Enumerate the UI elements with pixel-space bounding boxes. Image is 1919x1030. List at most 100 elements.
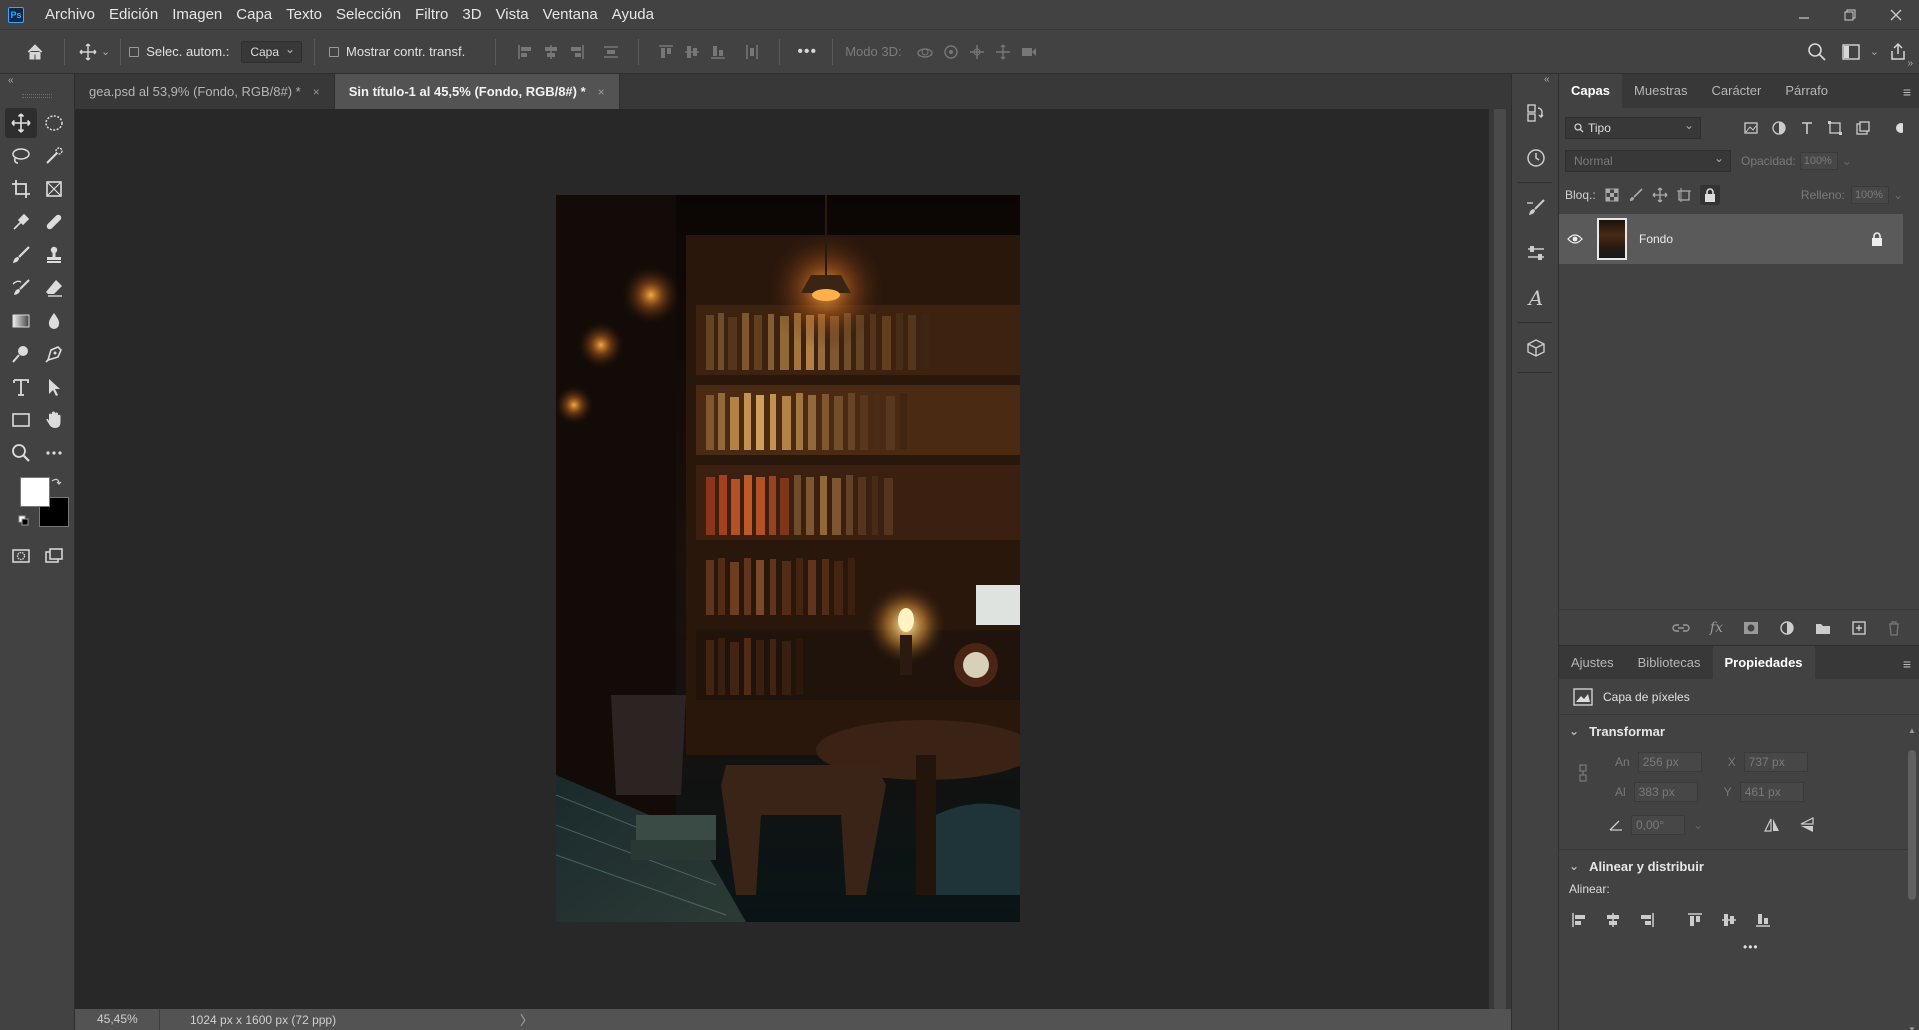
auto-select-checkbox[interactable] <box>129 46 140 57</box>
distribute-vertical-button[interactable] <box>598 39 624 65</box>
orbit-3d-button[interactable] <box>912 39 938 65</box>
3d-panel-button[interactable] <box>1512 325 1560 370</box>
filter-adjustment-icon[interactable] <box>1771 120 1787 136</box>
align-vertical-center-icon[interactable] <box>1721 912 1737 928</box>
tab-propiedades[interactable]: Propiedades <box>1712 645 1815 680</box>
menu-imagen[interactable]: Imagen <box>165 0 229 29</box>
collapse-dock-icon[interactable]: « <box>1512 74 1558 90</box>
panel-menu-icon[interactable]: ≡ <box>1903 84 1911 100</box>
workspace-chevron-icon[interactable]: ⌄ <box>1870 45 1879 58</box>
angle-chevron-icon[interactable]: ⌄ <box>1693 818 1703 832</box>
swap-colors-icon[interactable] <box>50 477 62 489</box>
scrollbar-thumb[interactable] <box>1908 750 1916 900</box>
status-menu-arrow[interactable]: 〉 <box>520 1010 533 1029</box>
align-top-edges-button[interactable] <box>653 39 679 65</box>
opacity-field[interactable]: 100% <box>1799 152 1838 170</box>
align-top-icon[interactable] <box>1687 912 1703 928</box>
align-bottom-edges-button[interactable] <box>705 39 731 65</box>
new-layer-icon[interactable] <box>1851 620 1867 636</box>
tab-capas[interactable]: Capas <box>1559 74 1623 108</box>
blend-mode-dropdown[interactable]: Normal <box>1565 148 1731 172</box>
pan-3d-button[interactable] <box>964 39 990 65</box>
align-bottom-icon[interactable] <box>1755 912 1771 928</box>
flip-horizontal-icon[interactable] <box>1763 817 1781 833</box>
align-vertical-centers-button[interactable] <box>679 39 705 65</box>
scroll-up-icon[interactable]: ▲ <box>1908 726 1916 735</box>
slide-3d-button[interactable] <box>990 39 1016 65</box>
layer-thumbnail[interactable] <box>1597 218 1627 260</box>
filter-smart-object-icon[interactable] <box>1855 120 1871 136</box>
brush-settings-button[interactable] <box>1512 185 1560 230</box>
link-layers-icon[interactable] <box>1672 621 1690 635</box>
clone-stamp-tool[interactable] <box>38 240 70 270</box>
tab-gea-psd[interactable]: gea.psd al 53,9% (Fondo, RGB/8#) * × <box>75 74 335 109</box>
filter-pixel-icon[interactable] <box>1743 120 1759 136</box>
roll-3d-button[interactable] <box>938 39 964 65</box>
restore-button[interactable] <box>1827 0 1873 29</box>
history-brush-tool[interactable] <box>5 273 37 303</box>
home-button[interactable] <box>22 39 48 65</box>
eye-visibility-icon[interactable] <box>1567 233 1583 245</box>
tab-caracter[interactable]: Carácter <box>1700 74 1774 108</box>
tab-bibliotecas[interactable]: Bibliotecas <box>1626 646 1713 680</box>
menu-texto[interactable]: Texto <box>279 0 329 29</box>
close-window-button[interactable] <box>1873 0 1919 29</box>
collapse-toolbar-icon[interactable]: « <box>0 74 74 90</box>
new-group-folder-icon[interactable] <box>1815 621 1831 635</box>
panel-menu-icon[interactable]: ≡ <box>1903 656 1911 672</box>
menu-filtro[interactable]: Filtro <box>408 0 455 29</box>
align-left-icon[interactable] <box>1571 912 1587 928</box>
align-right-icon[interactable] <box>1639 912 1655 928</box>
type-tool[interactable] <box>5 372 37 402</box>
tab-sin-titulo-1[interactable]: Sin título-1 al 45,5% (Fondo, RGB/8#) * … <box>334 74 620 109</box>
align-horizontal-centers-button[interactable] <box>538 39 564 65</box>
adjustments-sliders-button[interactable] <box>1512 230 1560 275</box>
layer-name[interactable]: Fondo <box>1639 232 1673 246</box>
menu-seleccion[interactable]: Selección <box>329 0 408 29</box>
lock-image-pixels-icon[interactable] <box>1628 187 1644 203</box>
lasso-tool[interactable] <box>5 141 37 171</box>
menu-capa[interactable]: Capa <box>229 0 279 29</box>
more-options-button[interactable]: ••• <box>1559 940 1919 954</box>
menu-vista[interactable]: Vista <box>489 0 536 29</box>
hand-tool[interactable] <box>38 405 70 435</box>
blur-tool[interactable] <box>38 306 70 336</box>
toolbar-grip[interactable] <box>22 94 52 98</box>
properties-scrollbar[interactable]: ▲ ▼ <box>1907 726 1917 1030</box>
canvas-area[interactable] <box>75 109 1489 1009</box>
align-horizontal-center-icon[interactable] <box>1605 912 1621 928</box>
glyphs-button[interactable]: A <box>1512 275 1560 320</box>
menu-3d[interactable]: 3D <box>455 0 488 29</box>
history-states-button[interactable] <box>1512 90 1560 135</box>
trash-icon[interactable] <box>1887 620 1901 636</box>
add-mask-icon[interactable] <box>1743 621 1759 635</box>
filter-shape-icon[interactable] <box>1827 120 1843 136</box>
move-tool[interactable] <box>4 107 37 138</box>
pen-tool[interactable] <box>38 339 70 369</box>
path-selection-tool[interactable] <box>38 372 70 402</box>
default-colors-icon[interactable] <box>18 515 30 527</box>
move-tool-preset-button[interactable] <box>75 39 101 65</box>
transform-section-header[interactable]: ⌄ Transformar <box>1559 715 1919 747</box>
canvas-vertical-scrollbar[interactable] <box>1489 109 1511 1009</box>
auto-select-dropdown[interactable]: Capa <box>241 39 303 63</box>
show-transform-checkbox[interactable] <box>329 46 340 57</box>
height-field[interactable]: 383 px <box>1633 782 1698 802</box>
quick-mask-button[interactable] <box>5 541 37 571</box>
link-dimensions-icon[interactable] <box>1577 763 1589 783</box>
x-field[interactable]: 737 px <box>1743 752 1808 772</box>
filter-type-icon[interactable] <box>1799 120 1815 136</box>
layer-row-fondo[interactable]: Fondo <box>1559 214 1903 264</box>
tab-muestras[interactable]: Muestras <box>1622 74 1699 108</box>
minimize-button[interactable] <box>1781 0 1827 29</box>
new-adjustment-layer-icon[interactable] <box>1779 620 1795 636</box>
distribute-horizontal-button[interactable] <box>739 39 765 65</box>
opacity-chevron-icon[interactable]: ⌄ <box>1842 154 1852 168</box>
layer-lock-icon[interactable] <box>1871 232 1883 246</box>
lock-position-icon[interactable] <box>1652 187 1668 203</box>
scale-3d-button[interactable] <box>1016 39 1042 65</box>
scroll-down-icon[interactable]: ▼ <box>1908 1025 1916 1030</box>
width-field[interactable]: 256 px <box>1637 752 1702 772</box>
chevron-down-icon[interactable]: ⌄ <box>101 45 110 58</box>
lock-transparent-pixels-icon[interactable] <box>1604 187 1620 203</box>
